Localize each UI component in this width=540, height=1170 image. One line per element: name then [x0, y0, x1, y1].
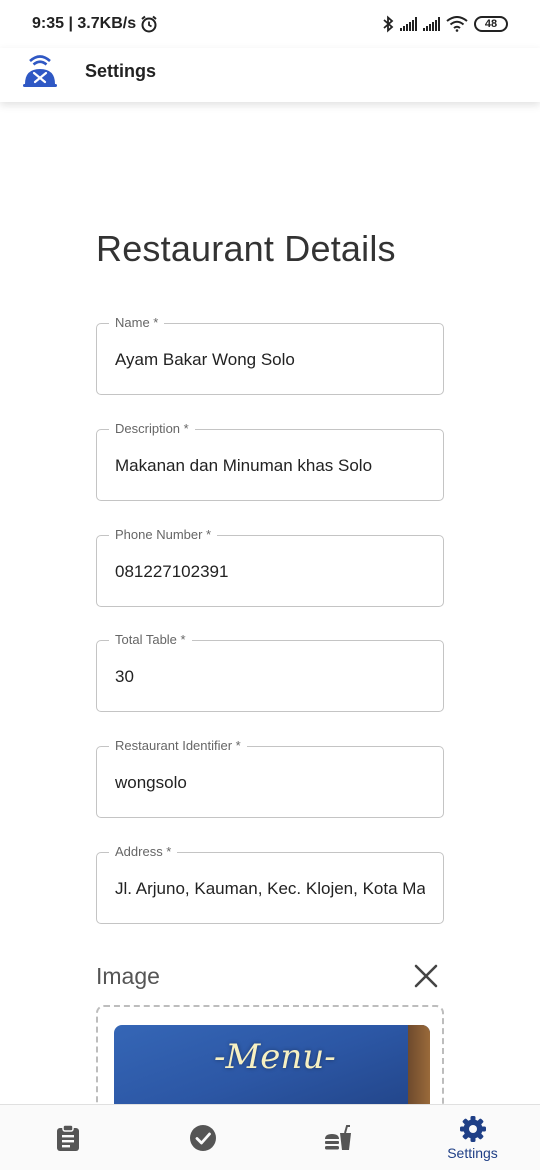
status-time: 9:35 | 3.7KB/s — [32, 15, 137, 32]
restaurant-details-heading: Restaurant Details — [96, 228, 396, 269]
description-field[interactable]: Description * Makanan dan Minuman khas S… — [96, 421, 444, 501]
phone-number-field[interactable]: Phone Number * 081227102391 — [96, 527, 444, 607]
bottom-navigation: Settings — [0, 1104, 540, 1170]
nav-menu[interactable] — [270, 1105, 405, 1170]
bluetooth-icon — [383, 15, 394, 33]
alarm-icon — [141, 15, 157, 33]
phone-number-field-value[interactable]: 081227102391 — [115, 562, 425, 582]
name-field-value[interactable]: Ayam Bakar Wong Solo — [115, 350, 425, 370]
image-menu-text: -Menu- — [214, 1037, 336, 1077]
phone-number-field-label: Phone Number * — [109, 527, 218, 543]
check-circle-icon — [189, 1124, 216, 1151]
restaurant-identifier-field-value[interactable]: wongsolo — [115, 773, 425, 793]
restaurant-identifier-field-label: Restaurant Identifier * — [109, 738, 247, 754]
battery-icon: 48 — [474, 16, 508, 32]
status-right: 48 — [382, 15, 508, 33]
fastfood-icon — [324, 1124, 351, 1150]
wifi-icon — [446, 16, 468, 32]
total-table-field-label: Total Table * — [109, 632, 192, 648]
address-field-value[interactable]: Jl. Arjuno, Kauman, Kec. Klojen, Kota Ma… — [115, 879, 425, 899]
close-icon[interactable] — [412, 962, 440, 990]
app-bar: Settings — [0, 48, 540, 102]
description-field-label: Description * — [109, 421, 195, 437]
restaurant-logo-icon — [23, 55, 57, 87]
nav-orders[interactable] — [0, 1105, 135, 1170]
address-field[interactable]: Address * Jl. Arjuno, Kauman, Kec. Kloje… — [96, 844, 444, 924]
address-field-label: Address * — [109, 844, 178, 860]
description-field-value[interactable]: Makanan dan Minuman khas Solo — [115, 456, 425, 476]
signal-icon — [400, 17, 417, 31]
nav-completed[interactable] — [135, 1105, 270, 1170]
name-field-label: Name * — [109, 315, 165, 331]
name-field[interactable]: Name * Ayam Bakar Wong Solo — [96, 315, 444, 395]
status-bar: 9:35 | 3.7KB/s 48 — [0, 0, 540, 48]
gear-icon — [459, 1115, 486, 1142]
status-left: 9:35 | 3.7KB/s — [32, 15, 158, 33]
nav-settings-label: Settings — [447, 1144, 498, 1161]
clipboard-icon — [56, 1123, 79, 1151]
signal-icon-2 — [423, 17, 440, 31]
page-title: Settings — [85, 61, 157, 81]
restaurant-identifier-field[interactable]: Restaurant Identifier * wongsolo — [96, 738, 444, 818]
total-table-field[interactable]: Total Table * 30 — [96, 632, 444, 712]
total-table-field-value[interactable]: 30 — [115, 667, 425, 687]
image-heading: Image — [96, 963, 160, 989]
nav-settings[interactable]: Settings — [405, 1105, 540, 1170]
